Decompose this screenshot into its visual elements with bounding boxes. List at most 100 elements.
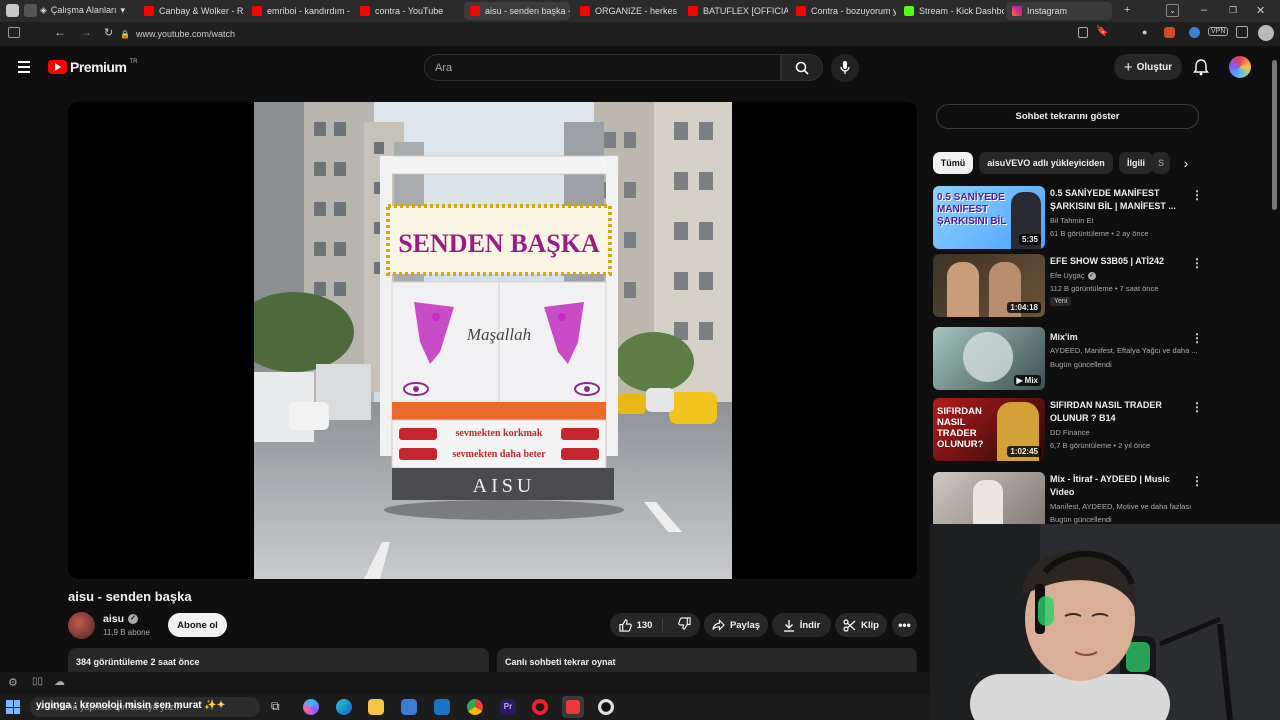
recommendation-thumbnail[interactable]: 1:04:18 bbox=[933, 254, 1045, 317]
download-label: İndir bbox=[799, 619, 821, 631]
extension-dot-icon[interactable]: ● bbox=[1142, 27, 1147, 37]
page-scrollbar[interactable] bbox=[1272, 60, 1277, 210]
youtube-logo[interactable]: Premium TR bbox=[48, 59, 137, 75]
more-vertical-icon[interactable]: ⋮ bbox=[1191, 256, 1203, 270]
recommendation-item[interactable]: SIFIRDAN NASIL TRADER OLUNUR? 1:02:45 SI… bbox=[933, 398, 1203, 462]
recommendation-thumbnail[interactable]: 0.5 SANİYEDE MANİFEST ŞARKISINI BİL 5:35 bbox=[933, 186, 1045, 249]
opera-icon[interactable] bbox=[532, 699, 548, 715]
panel-toggle-icon[interactable] bbox=[8, 27, 20, 38]
tab-instagram[interactable]: Instagram bbox=[1006, 2, 1112, 20]
close-icon[interactable]: ✕ bbox=[1256, 4, 1265, 17]
search-input[interactable]: Ara bbox=[424, 54, 781, 81]
store-icon[interactable] bbox=[401, 699, 417, 715]
chip-all[interactable]: Tümü bbox=[933, 152, 973, 174]
notifications-bell-icon[interactable] bbox=[1193, 59, 1209, 76]
recommendation-thumbnail[interactable] bbox=[933, 472, 1045, 524]
more-actions-button[interactable]: ••• bbox=[892, 613, 917, 637]
forward-icon[interactable]: → bbox=[80, 25, 92, 39]
tab-dropdown-icon[interactable]: ⌄ bbox=[1166, 4, 1179, 17]
vivaldi-icon[interactable] bbox=[6, 4, 19, 17]
more-vertical-icon[interactable]: ⋮ bbox=[1191, 188, 1203, 202]
outlook-icon[interactable] bbox=[434, 699, 450, 715]
premiere-icon[interactable]: Pr bbox=[500, 699, 516, 715]
more-vertical-icon[interactable]: ⋮ bbox=[1191, 331, 1203, 345]
tab-kick[interactable]: Stream - Kick Dashboar bbox=[898, 2, 1004, 20]
mix-badge: ▶ Mix bbox=[1013, 375, 1041, 386]
share-button[interactable]: Paylaş bbox=[704, 613, 768, 637]
recommendation-item[interactable]: Mix - İtiraf - AYDEED | Music Video Mani… bbox=[933, 472, 1203, 524]
copilot-icon[interactable] bbox=[303, 699, 319, 715]
workspaces-menu[interactable]: ◈ Çalışma Alanları ▾ bbox=[40, 5, 125, 16]
recommendation-channel: AYDEED, Manifest, Eftalya Yağcı ve daha … bbox=[1050, 346, 1198, 355]
settings-icon[interactable]: ⚙ bbox=[8, 676, 18, 689]
search-button[interactable] bbox=[781, 54, 823, 81]
workspace-icon: ◈ bbox=[40, 5, 47, 15]
like-button[interactable]: 130 bbox=[618, 618, 664, 632]
create-button[interactable]: + Oluştur bbox=[1114, 54, 1182, 80]
video-player[interactable]: SENDEN BAŞKA Maşallah sevmekten korkmak … bbox=[68, 102, 917, 579]
dislike-button[interactable] bbox=[668, 617, 692, 633]
download-button[interactable]: İndir bbox=[772, 613, 831, 637]
chip-from-uploader[interactable]: aisuVEVO adlı yükleyiciden bbox=[979, 152, 1113, 174]
start-icon[interactable] bbox=[6, 700, 20, 714]
reader-icon[interactable] bbox=[1078, 27, 1088, 38]
tab-aisu[interactable]: aisu - senden başka - Yo bbox=[464, 2, 570, 20]
tab-emriboi[interactable]: emriboi - kandırdım - Yo bbox=[246, 2, 352, 20]
more-vertical-icon[interactable]: ⋮ bbox=[1191, 400, 1203, 414]
file-explorer-icon[interactable] bbox=[368, 699, 384, 715]
cloud-icon[interactable]: ☁ bbox=[54, 675, 65, 688]
task-view-icon[interactable]: ⧉ bbox=[271, 699, 280, 714]
tab-list-icon[interactable] bbox=[24, 4, 37, 17]
channel-name: aisu bbox=[103, 613, 125, 625]
recommendation-title: Mix - İtiraf - AYDEED | Music Video bbox=[1050, 474, 1170, 497]
profile-avatar[interactable] bbox=[1258, 25, 1274, 41]
voice-search-button[interactable] bbox=[831, 54, 859, 82]
chip-related[interactable]: İlgili bbox=[1119, 152, 1153, 174]
youtube-icon bbox=[252, 6, 262, 16]
edge-icon[interactable] bbox=[336, 699, 352, 715]
chips-next-icon[interactable]: › bbox=[1172, 152, 1200, 174]
tab-title: Contra - bozuyorum ye bbox=[811, 6, 896, 16]
scissors-icon bbox=[843, 618, 856, 632]
webcam-overlay bbox=[930, 524, 1280, 720]
recommendation-item[interactable]: 0.5 SANİYEDE MANİFEST ŞARKISINI BİL 5:35… bbox=[933, 186, 1203, 250]
extension-icon[interactable] bbox=[1189, 27, 1200, 38]
extensions-icon[interactable] bbox=[1236, 26, 1248, 38]
tab-contra[interactable]: contra - YouTube bbox=[354, 2, 460, 20]
menu-icon[interactable] bbox=[18, 61, 30, 73]
more-vertical-icon[interactable]: ⋮ bbox=[1191, 474, 1203, 488]
bookmark-icon[interactable]: 🔖 bbox=[1096, 26, 1108, 37]
chip-partial[interactable]: S bbox=[1152, 152, 1170, 174]
tiling-icon[interactable]: ▯▯ bbox=[32, 676, 43, 687]
account-avatar[interactable] bbox=[1229, 56, 1251, 78]
reload-icon[interactable]: ↻ bbox=[104, 26, 113, 39]
verified-icon: ✓ bbox=[128, 614, 139, 624]
tab-batuflex[interactable]: BATUFLEX [OFFICIAL VI bbox=[682, 2, 788, 20]
extension-icon[interactable] bbox=[1164, 27, 1175, 38]
vivaldi-taskbar-icon[interactable] bbox=[562, 696, 584, 718]
channel-name-link[interactable]: aisu ✓ bbox=[103, 613, 139, 625]
tab-title: emriboi - kandırdım - Yo bbox=[267, 6, 352, 16]
obs-icon[interactable] bbox=[598, 699, 614, 715]
restore-icon[interactable]: ❐ bbox=[1229, 5, 1237, 16]
vpn-button[interactable]: VPN bbox=[1208, 27, 1229, 36]
channel-avatar[interactable] bbox=[68, 612, 95, 639]
recommendation-item[interactable]: ▶ Mix Mix'im AYDEED, Manifest, Eftalya Ya… bbox=[933, 327, 1203, 391]
youtube-icon bbox=[360, 6, 370, 16]
subscribe-button[interactable]: Abone ol bbox=[168, 613, 227, 637]
new-tab-icon[interactable]: + bbox=[1124, 4, 1130, 16]
recommendation-channel: Manifest, AYDEED, Motive ve daha fazlası bbox=[1050, 502, 1192, 511]
clip-button[interactable]: Klip bbox=[835, 613, 887, 637]
recommendation-item[interactable]: 1:04:18 EFE SHOW S3B05 | ATİ242 Efe Uyga… bbox=[933, 254, 1203, 318]
show-chat-replay-button[interactable]: Sohbet tekrarını göster bbox=[936, 104, 1199, 129]
tab-canbay[interactable]: Canbay & Wolker - Rüs bbox=[138, 2, 244, 20]
back-icon[interactable]: ← bbox=[54, 25, 66, 39]
url-field[interactable]: 🔒 www.youtube.com/watch bbox=[120, 25, 1080, 43]
minimize-icon[interactable]: – bbox=[1201, 4, 1207, 16]
recommendation-thumbnail[interactable]: ▶ Mix bbox=[933, 327, 1045, 390]
youtube-icon bbox=[470, 6, 480, 16]
tab-organize[interactable]: ORGANIZE - herkes ken bbox=[574, 2, 680, 20]
chrome-icon[interactable] bbox=[467, 699, 483, 715]
recommendation-thumbnail[interactable]: SIFIRDAN NASIL TRADER OLUNUR? 1:02:45 bbox=[933, 398, 1045, 461]
tab-contra-bozuyorum[interactable]: Contra - bozuyorum ye bbox=[790, 2, 896, 20]
